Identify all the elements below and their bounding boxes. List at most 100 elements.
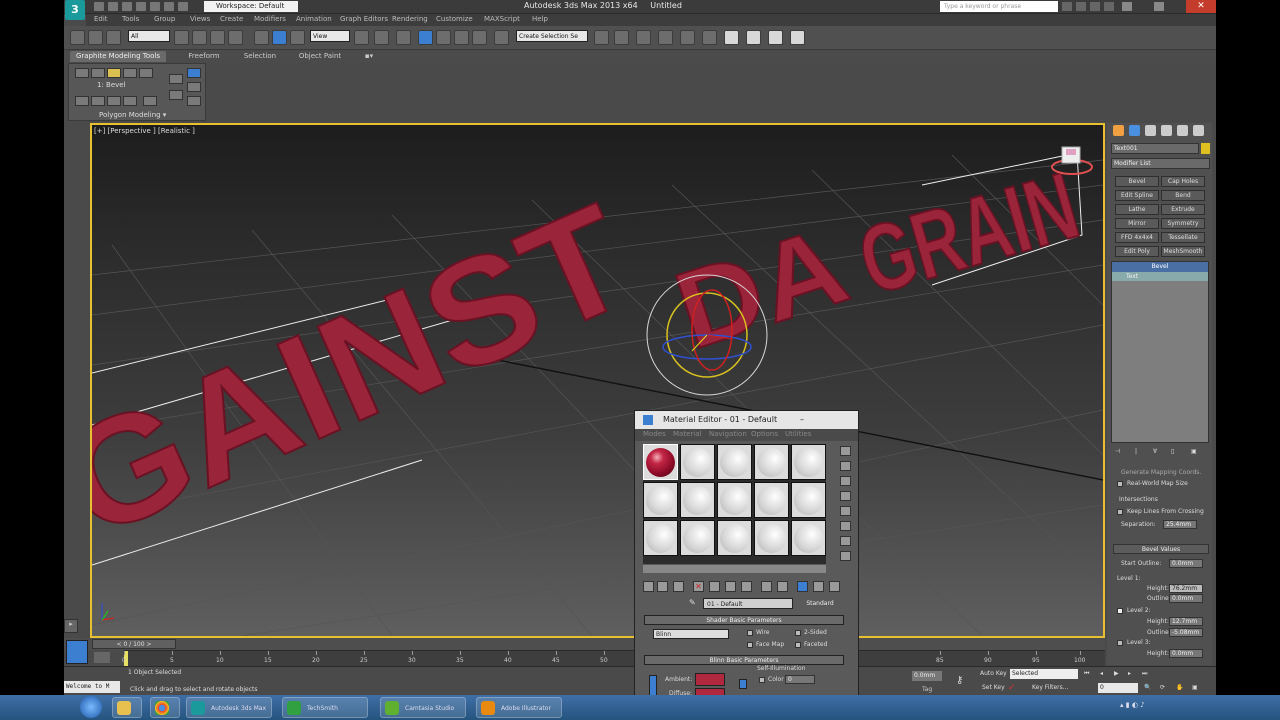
align-icon[interactable] (614, 30, 629, 45)
zoom-icon[interactable]: 🔍 (1144, 684, 1151, 691)
make-unique-icon[interactable] (725, 581, 736, 592)
vertex-mode-icon[interactable] (75, 68, 89, 78)
sample-slot-9[interactable] (754, 482, 789, 518)
menu-group[interactable]: Group (154, 15, 175, 23)
video-color-check-icon[interactable] (840, 506, 851, 516)
menu-edit[interactable]: Edit (94, 15, 108, 23)
pivot-center-icon[interactable] (354, 30, 369, 45)
menu-rendering[interactable]: Rendering (392, 15, 428, 23)
tab-selection[interactable]: Selection (236, 51, 284, 62)
stack-item-text[interactable]: Text (1112, 272, 1208, 281)
put-to-library-icon[interactable] (741, 581, 752, 592)
modifier-bend-button[interactable]: Bend (1161, 190, 1205, 201)
bevel-text-da[interactable]: DA (660, 202, 862, 374)
sample-slot-12[interactable] (680, 520, 715, 556)
menu-maxscript[interactable]: MAXScript (484, 15, 520, 23)
set-key-icon[interactable]: ⚷ (956, 675, 974, 687)
material-editor-icon[interactable] (724, 30, 739, 45)
track-bar-toggle-icon[interactable] (94, 652, 110, 663)
fetch-icon[interactable] (178, 2, 188, 11)
select-rotate-icon[interactable] (272, 30, 287, 45)
link-icon[interactable] (70, 30, 85, 45)
level2-checkbox[interactable] (1117, 608, 1123, 614)
object-name-field[interactable]: Text001 (1111, 143, 1199, 154)
ambient-map-lock-icon[interactable] (739, 679, 747, 689)
object-color-swatch[interactable] (1201, 143, 1210, 154)
minimize-icon[interactable] (1122, 2, 1132, 11)
bind-space-warp-icon[interactable] (106, 30, 121, 45)
modifier-ffd-button[interactable]: FFD 4x4x4 (1115, 232, 1159, 243)
ambient-color-swatch[interactable] (695, 673, 725, 686)
tab-freeform[interactable]: Freeform (176, 51, 232, 62)
backlight-icon[interactable] (840, 461, 851, 471)
mini-curve-toggle-icon[interactable]: ▸ (64, 619, 78, 633)
show-end-result-icon[interactable] (797, 581, 808, 592)
element-mode-icon[interactable] (139, 68, 153, 78)
perspective-viewport[interactable]: [+] [Perspective ] [Realistic ] GAINST D… (90, 123, 1105, 638)
polygon-mode-icon[interactable] (123, 68, 137, 78)
time-slider[interactable]: ▸ < 0 / 100 > (64, 619, 1105, 650)
sample-uv-tiling-icon[interactable] (840, 491, 851, 501)
taskbar-explorer[interactable] (112, 697, 142, 718)
sample-slot-2[interactable] (680, 444, 715, 480)
background-icon[interactable] (840, 476, 851, 486)
face-map-checkbox[interactable] (747, 642, 753, 648)
use-soft-selection-icon[interactable] (169, 74, 183, 84)
unlink-icon[interactable] (88, 30, 103, 45)
current-frame-field[interactable]: 0 (1098, 683, 1138, 693)
edge-mode-icon[interactable] (91, 68, 105, 78)
go-to-parent-icon[interactable] (813, 581, 824, 592)
maximize-viewport-icon[interactable]: ▣ (1192, 684, 1198, 691)
modifier-bevel-button[interactable]: Bevel (1115, 176, 1159, 187)
menu-views[interactable]: Views (190, 15, 210, 23)
shader-dropdown[interactable]: Blinn (653, 629, 729, 639)
level1-outline-spinner[interactable]: 0.0mm (1169, 594, 1203, 603)
edit-named-selection-icon[interactable] (494, 30, 509, 45)
create-tab-icon[interactable] (1113, 125, 1124, 136)
shader-basic-rollout[interactable]: Shader Basic Parameters (644, 615, 844, 625)
collapse-stack-icon[interactable] (107, 96, 121, 106)
play-icon[interactable]: ▶ (1114, 670, 1119, 677)
remove-modifier-icon[interactable]: ▯ (1171, 448, 1174, 455)
keyboard-shortcut-override-icon[interactable] (396, 30, 411, 45)
taskbar-techsmith[interactable]: TechSmith (282, 697, 368, 718)
select-by-name-icon[interactable] (192, 30, 207, 45)
favorites-icon[interactable] (1090, 2, 1100, 11)
mirror-icon[interactable] (594, 30, 609, 45)
pin-stack-icon[interactable] (187, 82, 201, 92)
redo-icon[interactable] (150, 2, 160, 11)
start-button-icon[interactable] (80, 696, 102, 718)
next-modifier-icon[interactable] (91, 96, 105, 106)
tab-graphite-modeling-tools[interactable]: Graphite Modeling Tools (70, 51, 166, 62)
show-end-result-icon[interactable] (123, 96, 137, 106)
modifier-meshsmooth-button[interactable]: MeshSmooth (1161, 246, 1205, 257)
render-setup-icon[interactable] (746, 30, 761, 45)
previous-modifier-icon[interactable] (75, 96, 89, 106)
modifier-tessellate-button[interactable]: Tessellate (1161, 232, 1205, 243)
separation-spinner[interactable]: 25.4mm (1163, 520, 1197, 529)
undo-icon[interactable] (136, 2, 146, 11)
orbit-icon[interactable]: ⟳ (1160, 684, 1165, 691)
modifier-edit-spline-button[interactable]: Edit Spline (1115, 190, 1159, 201)
menu-modes[interactable]: Modes (643, 430, 666, 438)
ribbon-options-icon[interactable]: ▪▾ (362, 51, 376, 62)
get-material-icon[interactable] (643, 581, 654, 592)
search-icon[interactable] (1062, 2, 1072, 11)
set-key-button[interactable]: Set Key (982, 684, 1005, 691)
window-crossing-icon[interactable] (228, 30, 243, 45)
slots-scrollbar[interactable] (643, 565, 826, 573)
sample-slot-14[interactable] (754, 520, 789, 556)
copy-material-icon[interactable] (709, 581, 720, 592)
utilities-tab-icon[interactable] (1193, 125, 1204, 136)
material-options-icon[interactable] (840, 536, 851, 546)
snaps-toggle-icon[interactable] (418, 30, 433, 45)
make-preview-icon[interactable] (840, 521, 851, 531)
schematic-view-icon[interactable] (702, 30, 717, 45)
make-unique-icon[interactable]: ∀ (1153, 448, 1157, 455)
self-illum-spinner[interactable]: 0 (785, 675, 815, 684)
pan-icon[interactable]: ✋ (1176, 684, 1183, 691)
reference-coordinate-dropdown[interactable]: View (310, 30, 350, 42)
real-world-checkbox[interactable] (1117, 481, 1123, 487)
modifier-list-dropdown[interactable]: Modifier List (1111, 158, 1210, 169)
menu-customize[interactable]: Customize (436, 15, 473, 23)
